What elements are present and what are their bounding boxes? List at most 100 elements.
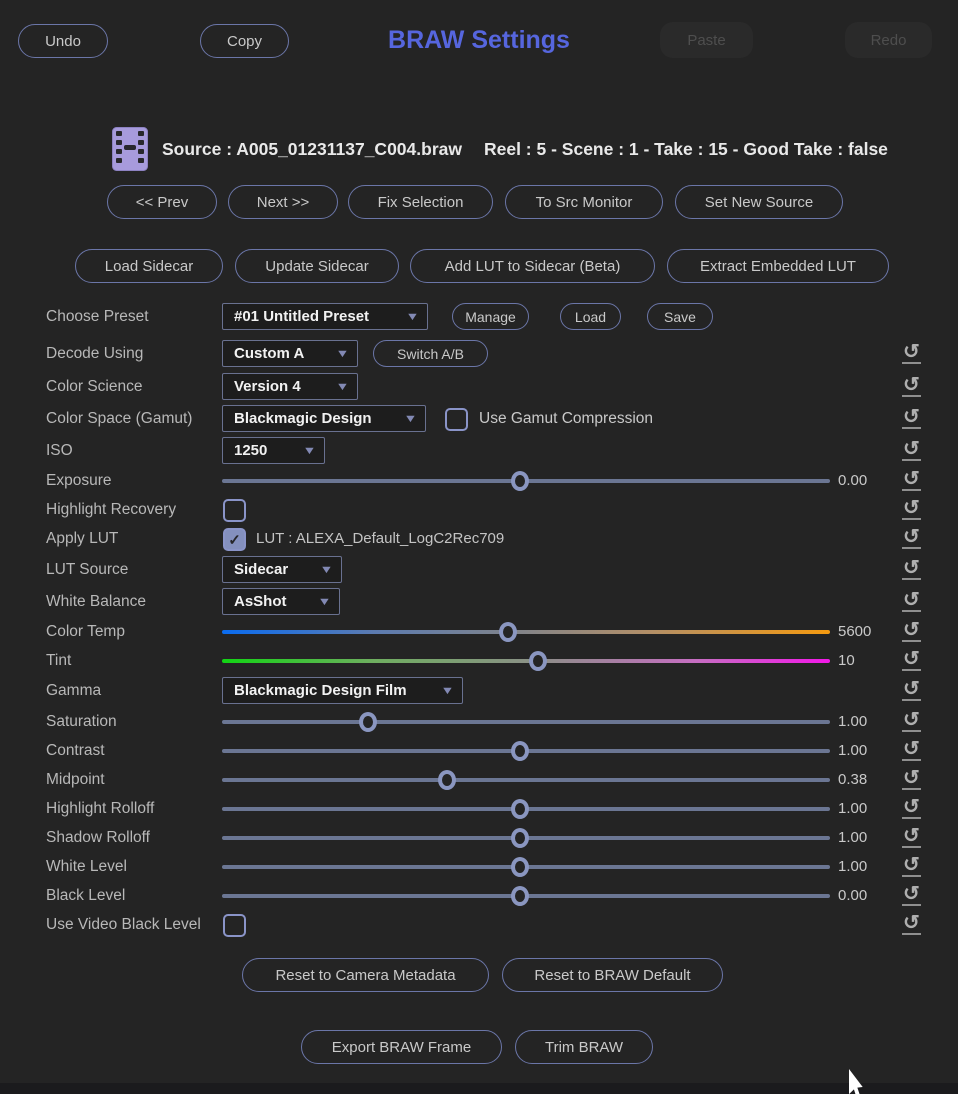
reset-icon[interactable]: ↺: [902, 826, 921, 848]
switch-ab-button[interactable]: Switch A/B: [373, 340, 488, 367]
reset-to-braw-default-button[interactable]: Reset to BRAW Default: [502, 958, 723, 992]
saturation-slider[interactable]: [222, 720, 830, 724]
black-level-slider[interactable]: [222, 894, 830, 898]
export-braw-frame-button[interactable]: Export BRAW Frame: [301, 1030, 502, 1064]
lut-source-dropdown[interactable]: Sidecar ▼: [222, 556, 342, 583]
row-highlight-rolloff: Highlight Rolloff 1.00 ↺: [0, 794, 958, 824]
color-science-dropdown[interactable]: Version 4 ▼: [222, 373, 358, 400]
page-title: BRAW Settings: [0, 26, 958, 55]
apply-lut-checkbox[interactable]: ✓: [223, 528, 246, 551]
reset-icon[interactable]: ↺: [902, 739, 921, 761]
row-shadow-rolloff: Shadow Rolloff 1.00 ↺: [0, 823, 958, 853]
reset-icon[interactable]: ↺: [902, 913, 921, 935]
reset-icon[interactable]: ↺: [902, 558, 921, 580]
row-iso: ISO 1250 ▼ ↺: [0, 436, 958, 466]
row-color-space: Color Space (Gamut) Blackmagic Design ▼ …: [0, 404, 958, 434]
update-sidecar-button[interactable]: Update Sidecar: [235, 249, 399, 283]
color-space-dropdown[interactable]: Blackmagic Design ▼: [222, 405, 426, 432]
gamma-label: Gamma: [46, 676, 101, 706]
reset-icon[interactable]: ↺: [902, 498, 921, 520]
reset-icon[interactable]: ↺: [902, 855, 921, 877]
exposure-slider[interactable]: [222, 479, 830, 483]
color-space-label: Color Space (Gamut): [46, 404, 192, 434]
white-level-slider-handle[interactable]: [511, 857, 529, 877]
saturation-label: Saturation: [46, 707, 117, 737]
chevron-down-icon: ▼: [335, 348, 349, 360]
highlight-rolloff-value: 1.00: [838, 794, 867, 824]
highlight-rolloff-slider[interactable]: [222, 807, 830, 811]
reset-icon[interactable]: ↺: [902, 884, 921, 906]
midpoint-label: Midpoint: [46, 765, 105, 795]
fix-selection-button[interactable]: Fix Selection: [348, 185, 493, 219]
tint-value: 10: [838, 646, 855, 676]
contrast-slider-handle[interactable]: [511, 741, 529, 761]
color-temp-slider-handle[interactable]: [499, 622, 517, 642]
reset-icon[interactable]: ↺: [902, 620, 921, 642]
source-metadata: Reel : 5 - Scene : 1 - Take : 15 - Good …: [484, 136, 888, 162]
add-lut-to-sidecar-button[interactable]: Add LUT to Sidecar (Beta): [410, 249, 655, 283]
reset-icon[interactable]: ↺: [902, 439, 921, 461]
contrast-slider[interactable]: [222, 749, 830, 753]
set-new-source-button[interactable]: Set New Source: [675, 185, 843, 219]
midpoint-value: 0.38: [838, 765, 867, 795]
braw-settings-panel: Undo Copy BRAW Settings Paste Redo Sourc…: [0, 0, 958, 1094]
reset-to-camera-metadata-button[interactable]: Reset to Camera Metadata: [242, 958, 489, 992]
saturation-slider-handle[interactable]: [359, 712, 377, 732]
contrast-value: 1.00: [838, 736, 867, 766]
decode-using-dropdown[interactable]: Custom A ▼: [222, 340, 358, 367]
gamma-dropdown[interactable]: Blackmagic Design Film ▼: [222, 677, 463, 704]
reset-icon[interactable]: ↺: [902, 768, 921, 790]
reset-icon[interactable]: ↺: [902, 469, 921, 491]
manage-preset-button[interactable]: Manage: [452, 303, 529, 330]
black-level-slider-handle[interactable]: [511, 886, 529, 906]
use-video-black-level-checkbox[interactable]: ✓: [223, 914, 246, 937]
reset-icon[interactable]: ↺: [902, 342, 921, 364]
shadow-rolloff-slider-handle[interactable]: [511, 828, 529, 848]
next-button[interactable]: Next >>: [228, 185, 338, 219]
white-balance-dropdown[interactable]: AsShot ▼: [222, 588, 340, 615]
reset-icon[interactable]: ↺: [902, 527, 921, 549]
tint-slider-handle[interactable]: [529, 651, 547, 671]
chevron-down-icon: ▼: [405, 311, 419, 323]
saturation-value: 1.00: [838, 707, 867, 737]
reset-icon[interactable]: ↺: [902, 710, 921, 732]
highlight-recovery-checkbox[interactable]: ✓: [223, 499, 246, 522]
color-temp-slider[interactable]: [222, 630, 830, 634]
trim-braw-button[interactable]: Trim BRAW: [515, 1030, 653, 1064]
lut-source-label: LUT Source: [46, 555, 128, 585]
save-preset-button[interactable]: Save: [647, 303, 713, 330]
lut-name-text: LUT : ALEXA_Default_LogC2Rec709: [256, 524, 504, 554]
preset-dropdown[interactable]: #01 Untitled Preset ▼: [222, 303, 428, 330]
white-level-value: 1.00: [838, 852, 867, 882]
row-color-science: Color Science Version 4 ▼ ↺: [0, 372, 958, 402]
midpoint-slider[interactable]: [222, 778, 830, 782]
to-src-monitor-button[interactable]: To Src Monitor: [505, 185, 663, 219]
reset-icon[interactable]: ↺: [902, 797, 921, 819]
reset-icon[interactable]: ↺: [902, 407, 921, 429]
reset-icon[interactable]: ↺: [902, 590, 921, 612]
color-temp-label: Color Temp: [46, 617, 125, 647]
redo-button[interactable]: Redo: [845, 22, 932, 58]
chevron-down-icon: ▼: [319, 564, 333, 576]
chevron-down-icon: ▼: [403, 413, 417, 425]
row-tint: Tint 10 ↺: [0, 646, 958, 676]
extract-embedded-lut-button[interactable]: Extract Embedded LUT: [667, 249, 889, 283]
white-level-slider[interactable]: [222, 865, 830, 869]
iso-dropdown[interactable]: 1250 ▼: [222, 437, 325, 464]
exposure-value: 0.00: [838, 466, 867, 496]
highlight-rolloff-slider-handle[interactable]: [511, 799, 529, 819]
midpoint-slider-handle[interactable]: [438, 770, 456, 790]
load-sidecar-button[interactable]: Load Sidecar: [75, 249, 223, 283]
exposure-slider-handle[interactable]: [511, 471, 529, 491]
load-preset-button[interactable]: Load: [560, 303, 621, 330]
prev-button[interactable]: << Prev: [107, 185, 217, 219]
gamut-compression-checkbox[interactable]: ✓: [445, 408, 468, 431]
reset-icon[interactable]: ↺: [902, 375, 921, 397]
paste-button[interactable]: Paste: [660, 22, 753, 58]
row-contrast: Contrast 1.00 ↺: [0, 736, 958, 766]
panel-bottom-edge: [0, 1083, 958, 1094]
reset-icon[interactable]: ↺: [902, 679, 921, 701]
tint-slider[interactable]: [222, 659, 830, 663]
reset-icon[interactable]: ↺: [902, 649, 921, 671]
shadow-rolloff-slider[interactable]: [222, 836, 830, 840]
